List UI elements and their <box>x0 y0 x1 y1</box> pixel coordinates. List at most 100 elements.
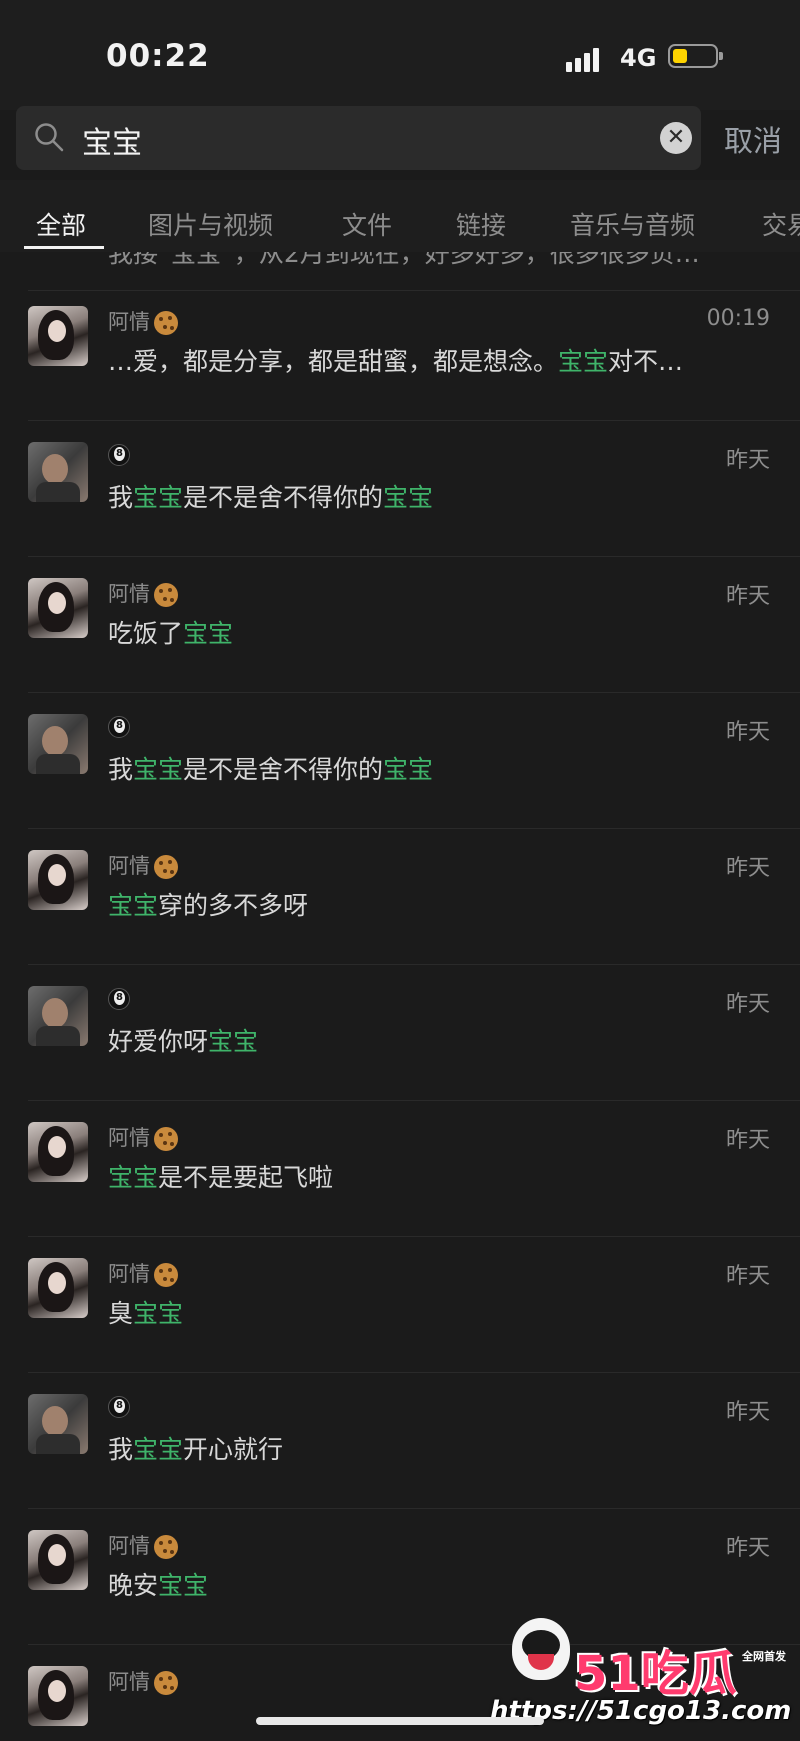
sender-name-text: 阿情 <box>108 1262 150 1286</box>
sender-name: 阿情 <box>108 1666 178 1696</box>
mascot-icon <box>512 1618 570 1680</box>
tab-files[interactable]: 文件 <box>342 206 392 242</box>
watermark-badge: 全网首发 <box>742 1650 786 1663</box>
keyword-highlight: 宝宝 <box>133 1299 184 1328</box>
sender-name <box>108 1394 130 1418</box>
tab-music-audio[interactable]: 音乐与音频 <box>570 206 695 242</box>
list-item[interactable]: 阿情 00:19 …爱，都是分享，都是甜蜜，都是想念。宝宝对不… <box>0 298 800 434</box>
status-time: 00:22 <box>106 38 210 74</box>
cookie-icon <box>154 583 178 607</box>
sender-name-text: 阿情 <box>108 854 150 878</box>
avatar[interactable] <box>28 1394 88 1454</box>
divider <box>28 556 800 557</box>
search-bar[interactable]: 宝宝 ✕ <box>16 106 701 170</box>
message-text: 穿的多不多呀 <box>158 891 309 920</box>
tab-transactions[interactable]: 交易 <box>762 206 800 242</box>
message-preview: 宝宝穿的多不多呀 <box>108 886 308 922</box>
sender-name <box>108 714 130 738</box>
list-item[interactable]: 昨天我宝宝是不是舍不得你的宝宝 <box>0 706 800 842</box>
list-item[interactable]: 阿情 昨天臭宝宝 <box>0 1250 800 1386</box>
avatar[interactable] <box>28 850 88 910</box>
message-time: 昨天 <box>725 1264 770 1289</box>
list-item[interactable]: 昨天我宝宝开心就行 <box>0 1386 800 1522</box>
signal-strength-icon <box>566 46 608 72</box>
list-item[interactable]: 阿情 昨天 宝宝穿的多不多呀 <box>0 842 800 978</box>
avatar[interactable] <box>28 1122 88 1182</box>
clear-search-icon[interactable]: ✕ <box>660 122 692 154</box>
cancel-button[interactable]: 取消 <box>724 118 782 160</box>
list-item[interactable]: 阿情 昨天吃饭了宝宝 <box>0 570 800 706</box>
tab-all[interactable]: 全部 <box>36 206 86 242</box>
list-item[interactable]: 我接“宝宝”，从2月到现在，好多好多，很多很多负… <box>0 252 800 294</box>
message-time: 昨天 <box>725 992 770 1017</box>
avatar[interactable] <box>28 306 88 366</box>
keyword-highlight: 宝宝 <box>383 755 434 784</box>
sender-name: 阿情 <box>108 1258 178 1288</box>
message-preview: 我接“宝宝”，从2月到现在，好多好多，很多很多负… <box>108 252 700 268</box>
message-preview: …爱，都是分享，都是甜蜜，都是想念。宝宝对不… <box>108 342 683 378</box>
message-text: 是不是舍不得你的 <box>183 483 384 512</box>
network-type: 4G <box>620 44 657 72</box>
sender-name-text: 阿情 <box>108 1534 150 1558</box>
message-preview: 好爱你呀宝宝 <box>108 1022 258 1058</box>
message-time: 昨天 <box>725 1128 770 1153</box>
message-text: 对不… <box>608 347 684 376</box>
message-time: 昨天 <box>725 720 770 745</box>
divider <box>28 290 800 291</box>
divider <box>28 1372 800 1373</box>
cookie-icon <box>154 1535 178 1559</box>
avatar[interactable] <box>28 1666 88 1726</box>
tab-links[interactable]: 链接 <box>456 206 506 242</box>
message-text: 我 <box>108 1435 134 1464</box>
divider <box>28 964 800 965</box>
message-text: 我 <box>108 483 134 512</box>
sender-name <box>108 986 130 1010</box>
filter-tabs: 全部 图片与视频 文件 链接 音乐与音频 交易 <box>0 180 800 252</box>
message-preview: 吃饭了宝宝 <box>108 614 233 650</box>
keyword-highlight: 宝宝 <box>108 1163 159 1192</box>
avatar[interactable] <box>28 578 88 638</box>
divider <box>28 692 800 693</box>
message-preview: 臭宝宝 <box>108 1294 183 1330</box>
active-tab-indicator <box>24 246 104 249</box>
message-time: 昨天 <box>725 1536 770 1561</box>
message-text: 我 <box>108 755 134 784</box>
avatar[interactable] <box>28 1530 88 1590</box>
sender-name: 阿情 <box>108 1122 178 1152</box>
message-time: 昨天 <box>725 1400 770 1425</box>
keyword-highlight: 宝宝 <box>208 1027 259 1056</box>
avatar[interactable] <box>28 442 88 502</box>
list-item[interactable]: 昨天我宝宝是不是舍不得你的宝宝 <box>0 434 800 570</box>
divider <box>28 1508 800 1509</box>
sender-name <box>108 442 130 466</box>
message-preview: 宝宝是不是要起飞啦 <box>108 1158 333 1194</box>
home-indicator[interactable] <box>256 1717 544 1725</box>
message-time: 昨天 <box>725 584 770 609</box>
cookie-icon <box>154 1671 178 1695</box>
sender-name-text: 阿情 <box>108 1670 150 1694</box>
tab-images-videos[interactable]: 图片与视频 <box>148 206 273 242</box>
divider <box>28 1100 800 1101</box>
message-text: 是不是舍不得你的 <box>183 755 384 784</box>
sender-name-text: 阿情 <box>108 582 150 606</box>
message-text: …爱，都是分享，都是甜蜜，都是想念。 <box>108 347 559 376</box>
search-result-list[interactable]: 我接“宝宝”，从2月到现在，好多好多，很多很多负… 阿情 00:19 …爱，都是分享… <box>0 252 800 1741</box>
keyword-highlight: 宝宝 <box>158 1571 209 1600</box>
message-text: 吃饭了 <box>108 619 184 648</box>
avatar[interactable] <box>28 714 88 774</box>
keyword-highlight: 宝宝 <box>558 347 609 376</box>
sender-name: 阿情 <box>108 1530 178 1560</box>
search-input[interactable]: 宝宝 <box>82 118 142 162</box>
keyword-highlight: 宝宝 <box>133 755 184 784</box>
avatar[interactable] <box>28 1258 88 1318</box>
avatar[interactable] <box>28 986 88 1046</box>
message-preview: 我宝宝是不是舍不得你的宝宝 <box>108 478 433 514</box>
keyword-highlight: 宝宝 <box>108 891 159 920</box>
cookie-icon <box>154 1127 178 1151</box>
eight-ball-icon <box>108 444 130 466</box>
list-item[interactable]: 昨天好爱你呀宝宝 <box>0 978 800 1114</box>
list-item[interactable]: 阿情 昨天宝宝是不是要起飞啦 <box>0 1114 800 1250</box>
message-text: 好爱你呀 <box>108 1027 209 1056</box>
eight-ball-icon <box>108 1396 130 1418</box>
cookie-icon <box>154 311 178 335</box>
